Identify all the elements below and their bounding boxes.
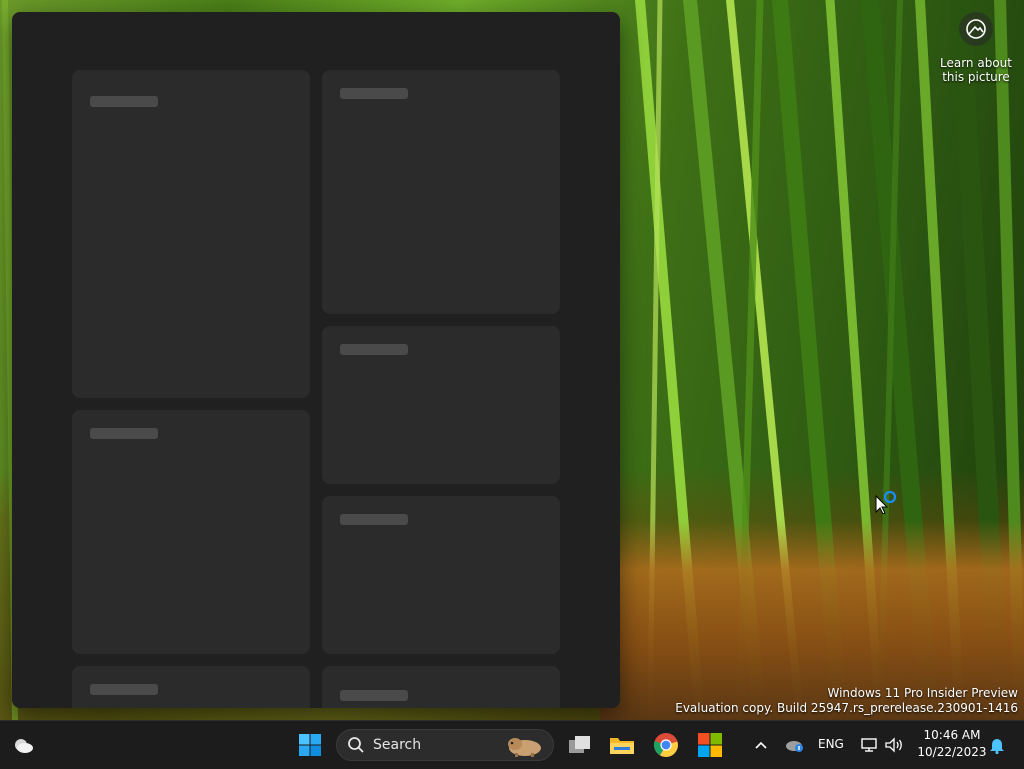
show-hidden-icons-button[interactable]: [750, 721, 772, 769]
network-button[interactable]: [858, 721, 880, 769]
input-language-indicator[interactable]: ENG: [818, 737, 844, 751]
start-icon: [299, 734, 321, 756]
volume-icon: [885, 737, 902, 753]
notifications-bell-icon: [990, 739, 1004, 754]
widget-title-placeholder: [90, 428, 158, 439]
widget-title-placeholder: [340, 88, 408, 99]
learn-about-picture[interactable]: Learn about this picture: [936, 12, 1016, 84]
clock-time: 10:46 AM: [923, 728, 981, 742]
file-explorer-button[interactable]: [604, 721, 640, 769]
taskbar: Search ENG 10:46 AM 10/22/2023: [0, 720, 1024, 769]
network-icon: [861, 738, 877, 752]
start-button[interactable]: [292, 721, 328, 769]
widget-title-placeholder: [90, 684, 158, 695]
watermark-build: Evaluation copy. Build 25947.rs_prerelea…: [675, 701, 1018, 715]
mouse-cursor-busy-icon: [875, 488, 899, 518]
tray-chevron-icon: [755, 741, 767, 749]
file-explorer-icon: [610, 738, 634, 754]
widget-title-placeholder: [340, 690, 408, 701]
microsoft-store-button[interactable]: [692, 721, 728, 769]
windows-watermark: Windows 11 Pro Insider Preview Evaluatio…: [675, 686, 1018, 716]
widget-card-placeholder: [322, 70, 560, 314]
microsoft-store-icon: [698, 733, 722, 757]
learn-about-picture-label: Learn about this picture: [940, 56, 1012, 84]
search-icon: [348, 737, 364, 753]
taskbar-search-box[interactable]: Search: [336, 729, 554, 761]
watermark-edition: Windows 11 Pro Insider Preview: [827, 686, 1018, 700]
widget-title-placeholder: [340, 344, 408, 355]
widget-card-placeholder: [322, 326, 560, 484]
widget-card-placeholder: [322, 496, 560, 654]
weather-widget-button[interactable]: [4, 721, 42, 769]
task-view-icon: [569, 736, 590, 753]
chrome-button[interactable]: [648, 721, 684, 769]
search-label: Search: [373, 737, 422, 753]
chrome-icon: [653, 733, 678, 757]
camera-icon: [959, 12, 993, 46]
volume-button[interactable]: [882, 721, 906, 769]
clock-date: 10/22/2023: [917, 745, 987, 759]
widget-card-placeholder: [72, 70, 310, 398]
widget-card-placeholder: [322, 666, 560, 708]
widget-card-placeholder: [72, 410, 310, 654]
onedrive-icon: [786, 741, 803, 752]
notifications-button[interactable]: [986, 721, 1008, 769]
weather-icon: [15, 739, 33, 753]
taskbar-clock[interactable]: 10:46 AM 10/22/2023: [916, 727, 988, 761]
widgets-panel[interactable]: [12, 12, 620, 708]
search-highlight-illustration-icon: [508, 738, 541, 757]
widget-title-placeholder: [90, 96, 158, 107]
onedrive-button[interactable]: [782, 721, 808, 769]
widget-card-placeholder: [72, 666, 310, 708]
widget-title-placeholder: [340, 514, 408, 525]
task-view-button[interactable]: [562, 721, 598, 769]
